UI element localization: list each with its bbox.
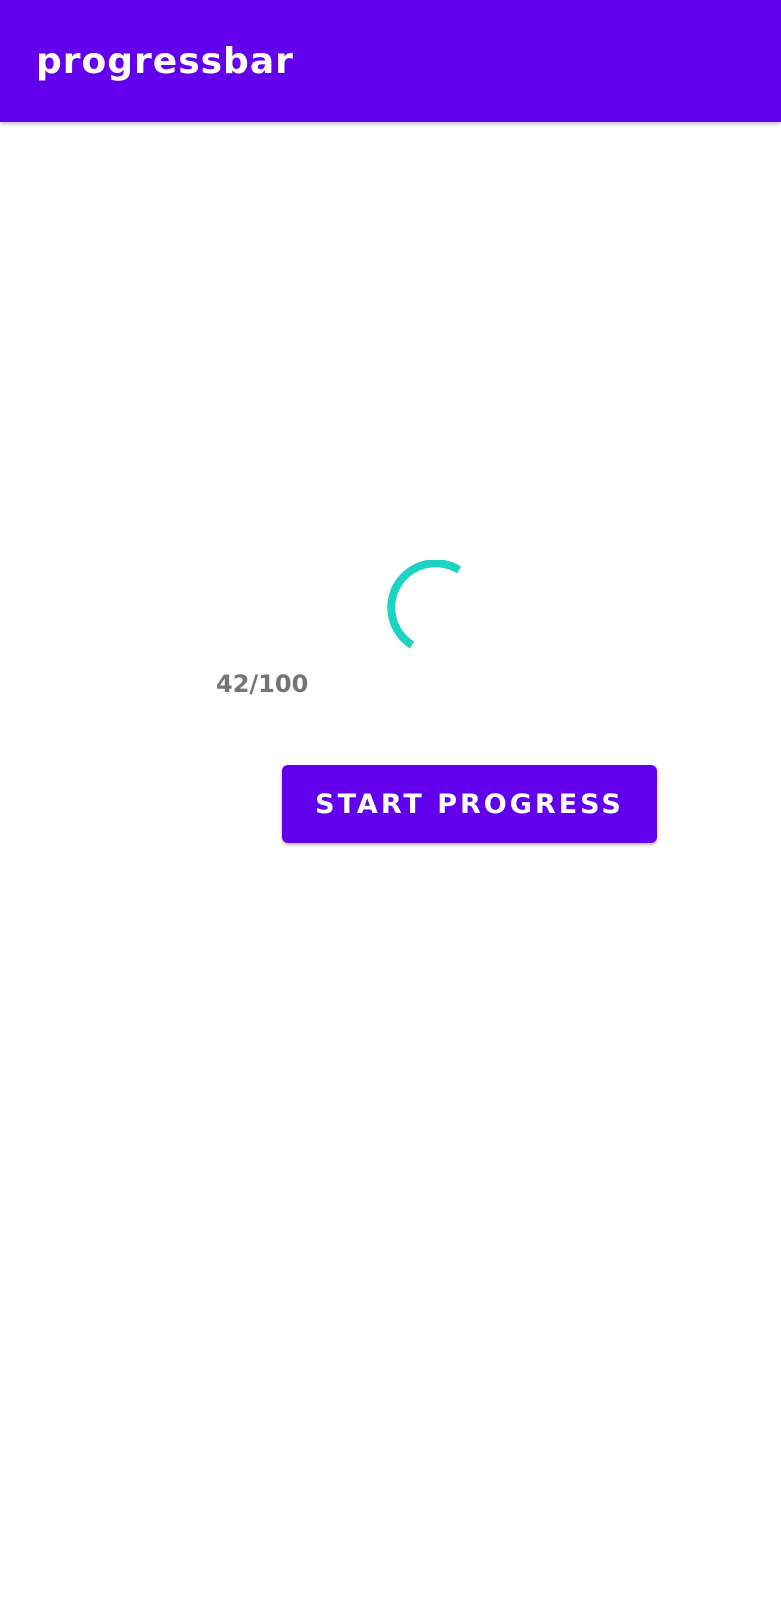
progress-arc [387, 560, 462, 649]
start-progress-button[interactable]: START PROGRESS [282, 765, 657, 843]
circular-progress-indicator [387, 560, 462, 649]
app-title: progressbar [36, 41, 294, 82]
progress-counter: 42/100 [216, 670, 309, 698]
app-bar: progressbar [0, 0, 781, 122]
